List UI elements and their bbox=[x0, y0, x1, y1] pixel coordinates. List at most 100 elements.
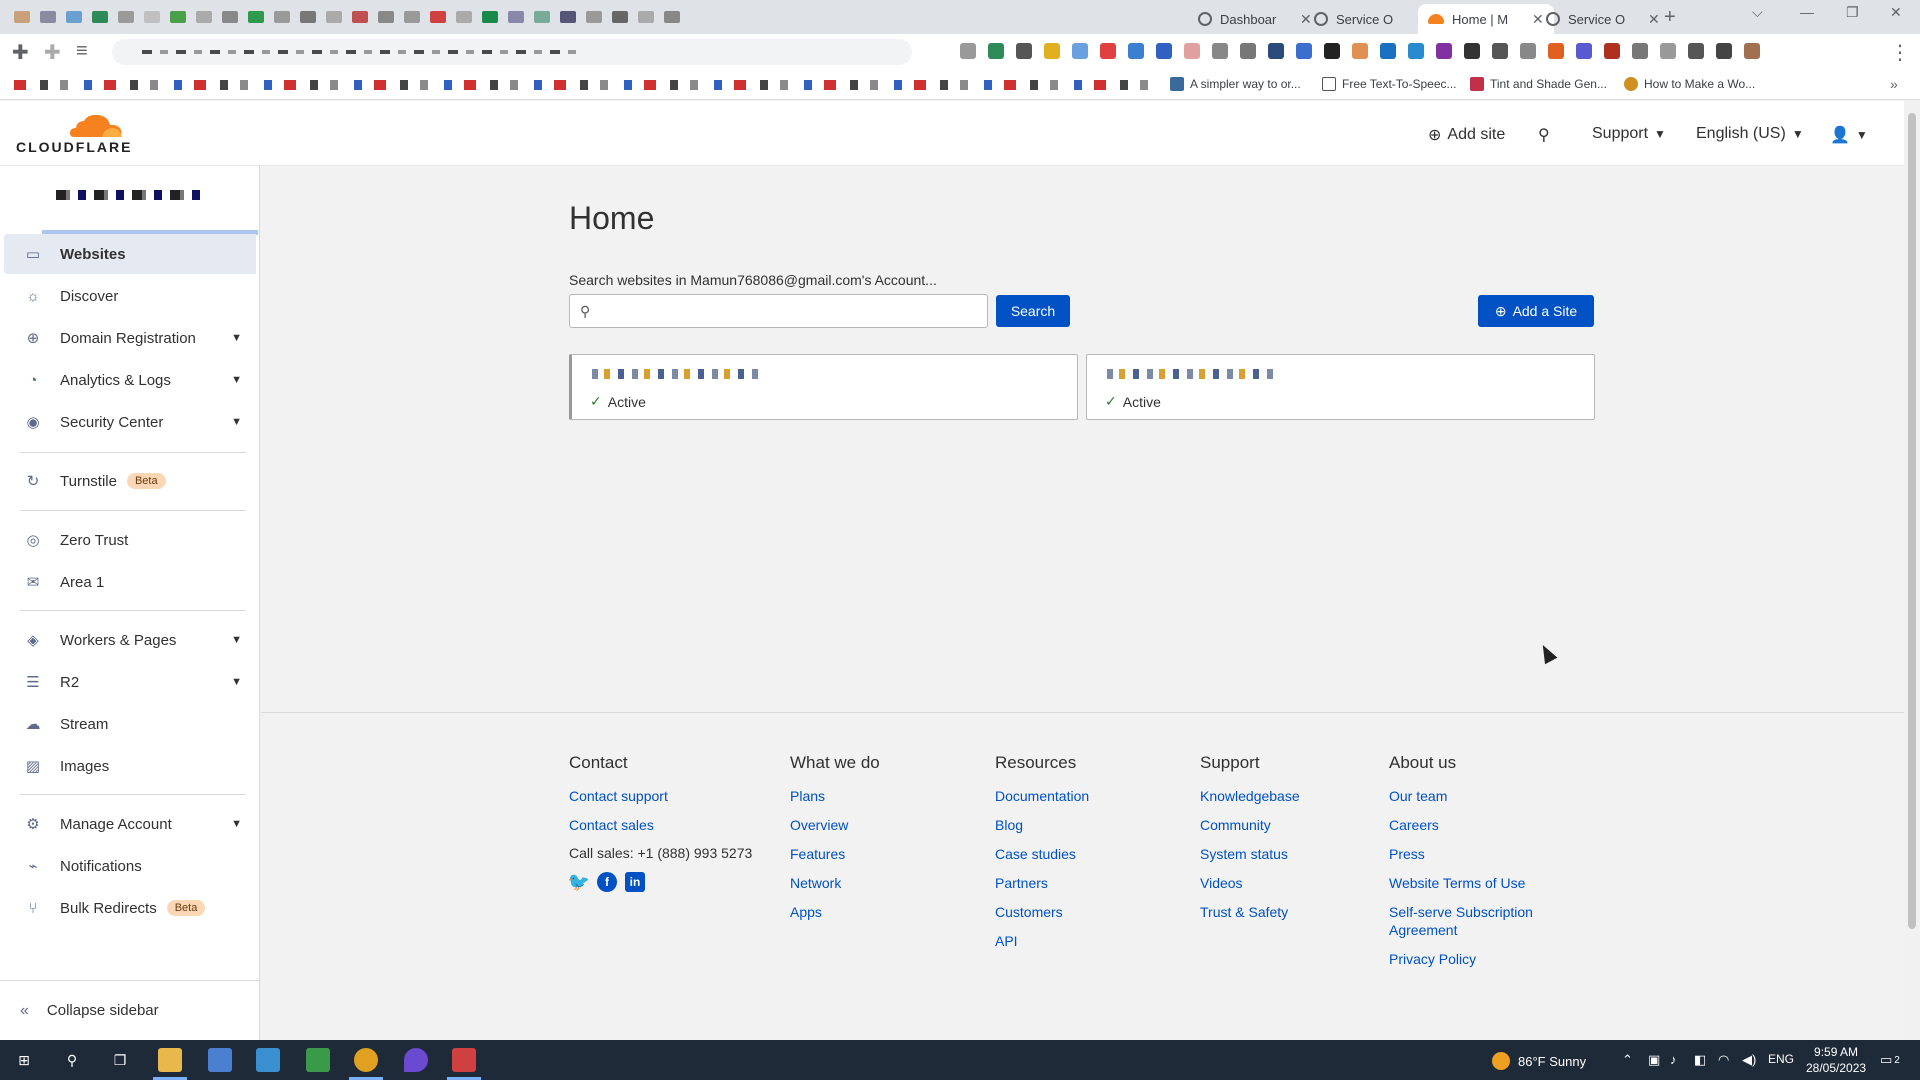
bookmark-item[interactable]: Free Text-To-Speec... bbox=[1322, 77, 1457, 91]
sidebar-item-discover[interactable]: ☼ Discover bbox=[4, 276, 256, 316]
footer-link[interactable]: System status bbox=[1200, 845, 1300, 863]
twitter-icon[interactable]: 🐦 bbox=[568, 872, 590, 892]
sidebar-item-analytics-logs[interactable]: ◔ Analytics & Logs ▼ bbox=[4, 360, 256, 400]
footer-link[interactable]: Case studies bbox=[995, 845, 1089, 863]
extension-icons[interactable] bbox=[960, 43, 1760, 59]
sidebar-item-area-1[interactable]: ✉ Area 1 bbox=[4, 562, 256, 602]
new-tab-icon[interactable]: + bbox=[1664, 6, 1676, 29]
footer-link[interactable]: Trust & Safety bbox=[1200, 903, 1300, 921]
app-icon[interactable] bbox=[256, 1048, 280, 1072]
calculator-icon[interactable] bbox=[208, 1048, 232, 1072]
windows-start-icon[interactable]: ⊞ bbox=[12, 1048, 36, 1072]
facebook-icon[interactable]: f bbox=[597, 872, 617, 892]
chrome-icon[interactable] bbox=[354, 1048, 378, 1072]
add-disabled-icon[interactable]: ✚ bbox=[44, 40, 61, 65]
bookmark-item[interactable]: A simpler way to or... bbox=[1170, 77, 1301, 91]
bookmark-item[interactable]: How to Make a Wo... bbox=[1624, 77, 1755, 91]
site-domain[interactable] bbox=[1107, 369, 1277, 379]
footer-link[interactable]: Press bbox=[1389, 845, 1559, 863]
app-drop-icon[interactable] bbox=[404, 1048, 428, 1072]
menu-lines-icon[interactable]: ≡ bbox=[76, 40, 88, 63]
footer-link[interactable]: Videos bbox=[1200, 874, 1300, 892]
search-button[interactable]: Search bbox=[996, 295, 1070, 327]
sidebar-item-notifications[interactable]: ⌁ Notifications bbox=[4, 846, 256, 886]
footer-link[interactable]: Privacy Policy bbox=[1389, 950, 1559, 968]
volume-icon[interactable]: ◀) bbox=[1742, 1052, 1756, 1068]
sidebar-item-bulk-redirects[interactable]: ⑂ Bulk Redirects Beta bbox=[4, 888, 256, 928]
footer-link[interactable]: Plans bbox=[790, 787, 880, 805]
wifi-icon[interactable]: ◠ bbox=[1718, 1052, 1729, 1068]
weather-widget[interactable]: 86°F Sunny bbox=[1492, 1052, 1586, 1070]
sidebar-item-stream[interactable]: ☁ Stream bbox=[4, 704, 256, 744]
footer-link[interactable]: Overview bbox=[790, 816, 880, 834]
clock[interactable]: 9:59 AM 28/05/2023 bbox=[1806, 1044, 1866, 1076]
close-tab-icon[interactable]: ✕ bbox=[1648, 11, 1660, 28]
pinned-tabs[interactable] bbox=[14, 8, 680, 26]
microphone-icon[interactable]: ♪ bbox=[1670, 1052, 1677, 1067]
footer-link[interactable]: Network bbox=[790, 874, 880, 892]
footer-link[interactable]: Customers bbox=[995, 903, 1089, 921]
address-bar[interactable] bbox=[112, 39, 912, 65]
browser-tab-active[interactable]: Home | M ✕ bbox=[1418, 4, 1554, 34]
tab-search-icon[interactable]: ⌵ bbox=[1752, 4, 1763, 21]
close-window-icon[interactable]: ✕ bbox=[1890, 4, 1902, 21]
footer-link[interactable]: Knowledgebase bbox=[1200, 787, 1300, 805]
taskbar-search-icon[interactable]: ⚲ bbox=[60, 1048, 84, 1072]
task-view-icon[interactable]: ❐ bbox=[108, 1048, 132, 1072]
browser-tab[interactable]: Service O ✕ bbox=[1536, 4, 1670, 34]
add-site-link[interactable]: ⊕ Add site bbox=[1428, 125, 1505, 145]
file-explorer-icon[interactable] bbox=[158, 1048, 182, 1072]
blurred-bookmarks[interactable] bbox=[14, 80, 1164, 90]
site-search-input[interactable] bbox=[602, 297, 982, 325]
footer-link[interactable]: Community bbox=[1200, 816, 1300, 834]
sidebar-item-r2[interactable]: ☰ R2 ▼ bbox=[4, 662, 256, 702]
linkedin-icon[interactable]: in bbox=[625, 872, 645, 892]
cloudflare-logo[interactable]: CLOUDFLARE bbox=[16, 113, 130, 155]
contact-sales-link[interactable]: Contact sales bbox=[569, 816, 752, 834]
add-icon[interactable]: ✚ bbox=[12, 40, 29, 65]
sidebar-item-manage-account[interactable]: ⚙ Manage Account ▼ bbox=[4, 804, 256, 844]
restore-icon[interactable]: ❐ bbox=[1846, 4, 1859, 21]
site-domain[interactable] bbox=[592, 369, 762, 379]
sidebar-item-turnstile[interactable]: ↻ Turnstile Beta bbox=[4, 461, 256, 501]
input-language[interactable]: ENG bbox=[1768, 1052, 1794, 1066]
page-scrollbar[interactable] bbox=[1904, 101, 1920, 1040]
app-icon[interactable] bbox=[306, 1048, 330, 1072]
scrollbar-thumb[interactable] bbox=[1908, 113, 1916, 929]
sidebar-item-images[interactable]: ▨ Images bbox=[4, 746, 256, 786]
browser-menu-icon[interactable]: ⋮ bbox=[1890, 40, 1910, 65]
tray-overflow-icon[interactable]: ⌃ bbox=[1622, 1052, 1633, 1068]
footer-link[interactable]: Self-serve Subscription Agreement bbox=[1389, 903, 1559, 939]
browser-tab[interactable]: Dashboar ✕ bbox=[1188, 4, 1322, 34]
footer-link[interactable]: Apps bbox=[790, 903, 880, 921]
user-menu[interactable]: 👤 ▼ bbox=[1830, 125, 1868, 145]
support-dropdown[interactable]: Support ▼ bbox=[1592, 125, 1666, 143]
contact-support-link[interactable]: Contact support bbox=[569, 787, 752, 805]
add-a-site-button[interactable]: ⊕ Add a Site bbox=[1478, 295, 1594, 327]
footer-link[interactable]: Partners bbox=[995, 874, 1089, 892]
notification-center[interactable]: ▭ 2 bbox=[1880, 1052, 1900, 1068]
footer-link[interactable]: Documentation bbox=[995, 787, 1089, 805]
sidebar-item-security-center[interactable]: ◉ Security Center ▼ bbox=[4, 402, 256, 442]
site-search-field[interactable]: ⚲ bbox=[569, 294, 988, 328]
header-search-button[interactable]: ⚲ bbox=[1538, 125, 1550, 145]
tray-app-icon[interactable]: ◧ bbox=[1694, 1052, 1706, 1068]
collapse-sidebar-button[interactable]: « Collapse sidebar bbox=[0, 980, 259, 1040]
footer-link[interactable]: Features bbox=[790, 845, 880, 863]
sidebar-item-websites[interactable]: ▭ Websites bbox=[4, 234, 256, 274]
footer-link[interactable]: Blog bbox=[995, 816, 1089, 834]
bookmark-item[interactable]: Tint and Shade Gen... bbox=[1470, 77, 1607, 91]
site-card[interactable]: ✓ Active bbox=[1086, 354, 1595, 420]
footer-link[interactable]: Careers bbox=[1389, 816, 1559, 834]
more-bookmarks-icon[interactable]: » bbox=[1890, 76, 1898, 92]
sidebar-item-workers-pages[interactable]: ◈ Workers & Pages ▼ bbox=[4, 620, 256, 660]
tray-meet-icon[interactable]: ▣ bbox=[1648, 1052, 1660, 1068]
minimize-icon[interactable]: — bbox=[1800, 4, 1814, 20]
sidebar-item-domain-registration[interactable]: ⊕ Domain Registration ▼ bbox=[4, 318, 256, 358]
app-icon[interactable] bbox=[452, 1048, 476, 1072]
footer-link[interactable]: Our team bbox=[1389, 787, 1559, 805]
account-name[interactable] bbox=[56, 190, 206, 200]
site-card[interactable]: ✓ Active bbox=[569, 354, 1078, 420]
language-dropdown[interactable]: English (US) ▼ bbox=[1696, 125, 1804, 143]
sidebar-item-zero-trust[interactable]: ◎ Zero Trust bbox=[4, 520, 256, 560]
